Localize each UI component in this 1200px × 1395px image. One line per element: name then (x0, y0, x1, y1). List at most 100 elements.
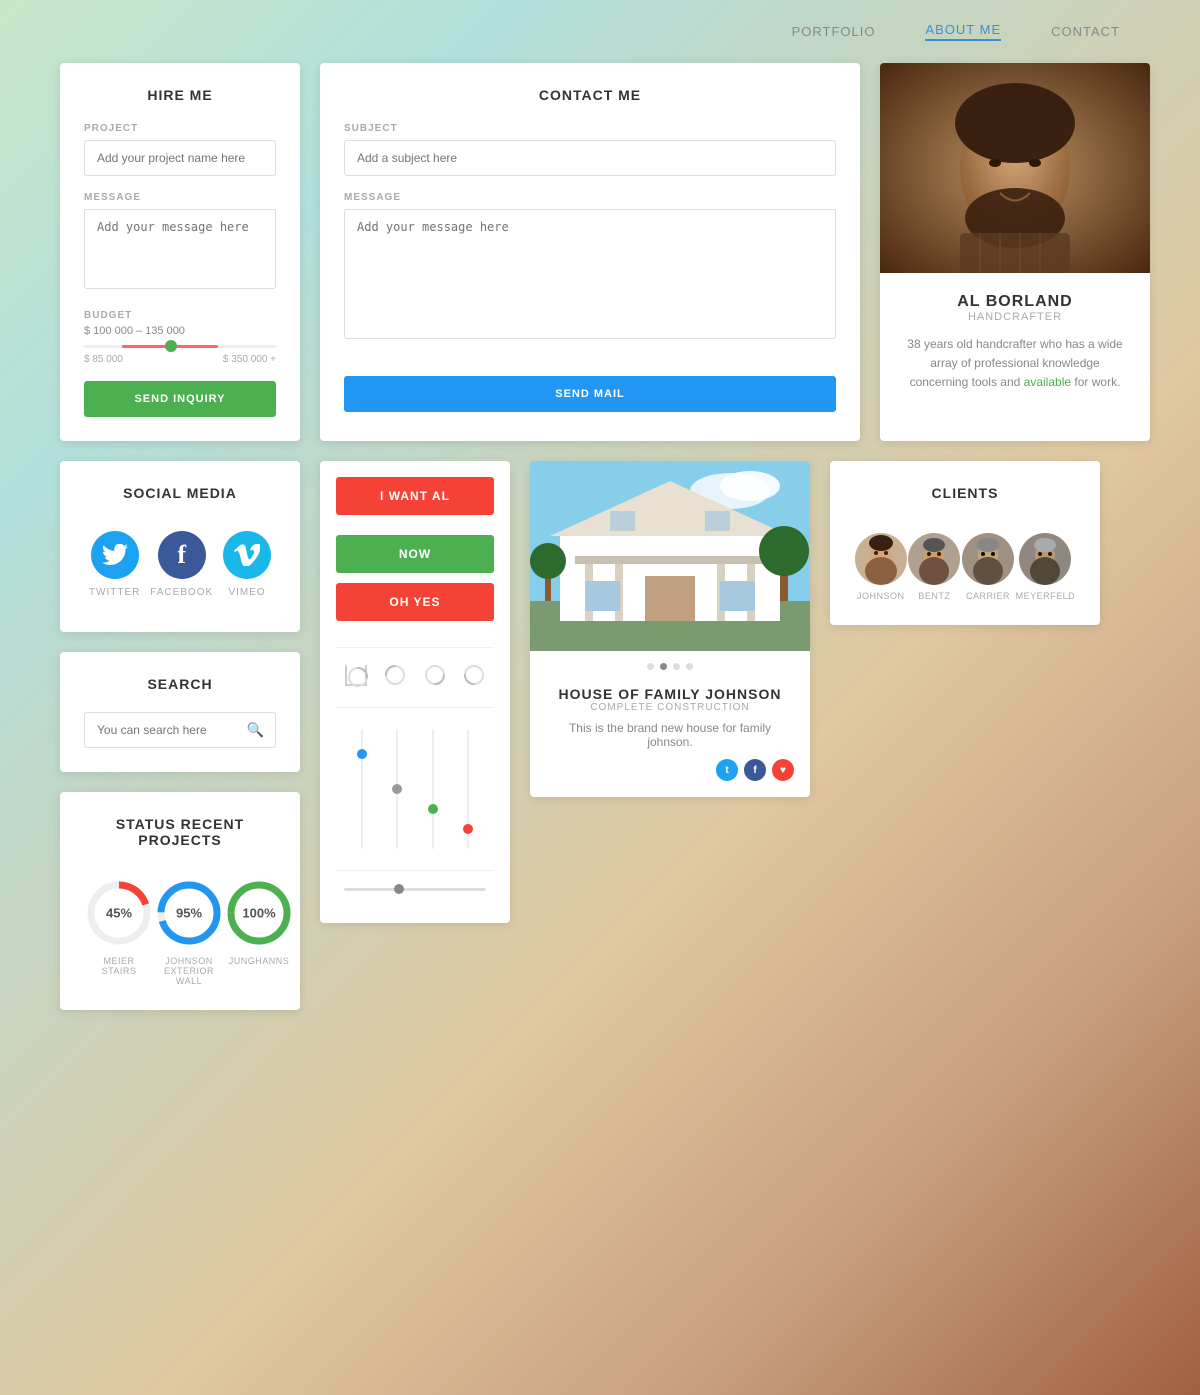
vimeo-social[interactable]: VIMEO (223, 531, 271, 598)
nav-item-about-me[interactable]: ABOUT ME (925, 22, 1001, 41)
client-name-bentz: BENTZ (918, 591, 950, 601)
portfolio-description: This is the brand new house for family j… (546, 721, 794, 749)
loading-icons-row (336, 647, 494, 707)
v-slider-4[interactable] (467, 724, 469, 854)
portfolio-socials: t f ♥ (546, 759, 794, 781)
column-4: CLIENTS JOHNSON (830, 461, 1100, 1010)
h-thumb (394, 884, 404, 894)
budget-max: $ 350 000 + (223, 354, 276, 365)
client-name-meyerfeld: MEYERFELD (1016, 591, 1076, 601)
portfolio-card: HOUSE OF FAMILY JOHNSON COMPLETE CONSTRU… (530, 461, 810, 797)
h-slider[interactable] (344, 881, 486, 897)
oh-yes-button[interactable]: OH YES (336, 583, 494, 621)
budget-min: $ 85 000 (84, 354, 123, 365)
contact-me-card: CONTACT ME SUBJECT MESSAGE SEND MAIL (320, 63, 860, 441)
v-slider-3[interactable] (432, 724, 434, 854)
nav-bar: PORTFOLIO ABOUT ME CONTACT (0, 0, 1200, 63)
budget-slider[interactable] (84, 345, 276, 348)
dot-4[interactable] (686, 663, 693, 670)
vertical-sliders-section (336, 707, 494, 870)
client-avatar-bentz (908, 533, 960, 585)
i-want-al-button[interactable]: I WANT AL (336, 477, 494, 515)
meier-percent: 45% (106, 906, 132, 921)
v-slider-1[interactable] (361, 724, 363, 854)
message-label: MESSAGE (84, 192, 276, 203)
project-input[interactable] (84, 140, 276, 176)
column-1: SOCIAL MEDIA TWITTER f FACEBOOK (60, 461, 300, 1010)
portfolio-info: HOUSE OF FAMILY JOHNSON COMPLETE CONSTRU… (530, 670, 810, 797)
junghanns-percent: 100% (242, 906, 275, 921)
nav-item-contact[interactable]: CONTACT (1051, 24, 1120, 39)
portfolio-twitter[interactable]: t (716, 759, 738, 781)
portfolio-image (530, 461, 810, 651)
johnson-name: JOHNSON EXTERIOR WALL (154, 956, 224, 986)
dot-1[interactable] (647, 663, 654, 670)
meier-name: MEIER STAIRS (102, 956, 137, 976)
status-projects: 45% MEIER STAIRS 95% (84, 868, 276, 986)
loading-icon-4 (463, 664, 485, 691)
v-thumb-1 (357, 749, 367, 759)
client-name-johnson: JOHNSON (857, 591, 905, 601)
hire-me-title: HIRE ME (84, 87, 276, 103)
vimeo-icon (223, 531, 271, 579)
junghanns-name: JUNGHANNS (229, 956, 290, 966)
profile-description: 38 years old handcrafter who has a wide … (900, 335, 1130, 393)
subject-input[interactable] (344, 140, 836, 176)
search-input-wrap: 🔍 (84, 712, 276, 748)
client-avatar-johnson (855, 533, 907, 585)
profile-info: AL BORLAND HANDCRAFTER 38 years old hand… (880, 273, 1150, 413)
social-media-title: SOCIAL MEDIA (84, 485, 276, 501)
client-carrier: CARRIER (962, 533, 1014, 601)
v-thumb-4 (463, 824, 473, 834)
column-2: I WANT AL NOW OH YES (320, 461, 510, 1010)
v-slider-2[interactable] (396, 724, 398, 854)
v-thumb-2 (392, 784, 402, 794)
hire-me-card: HIRE ME PROJECT MESSAGE BUDGET $ 100 000… (60, 63, 300, 441)
client-bentz: BENTZ (908, 533, 960, 601)
send-inquiry-button[interactable]: SEND INQUIRY (84, 381, 276, 417)
twitter-social[interactable]: TWITTER (89, 531, 140, 598)
profile-illustration (880, 63, 1150, 273)
client-johnson: JOHNSON (855, 533, 907, 601)
donut-johnson: 95% (154, 878, 224, 948)
search-card: SEARCH 🔍 (60, 652, 300, 772)
contact-message-input[interactable] (344, 209, 836, 339)
client-avatar-meyerfeld (1019, 533, 1071, 585)
donut-junghanns: 100% (224, 878, 294, 948)
clients-title: CLIENTS (854, 485, 1076, 501)
project-label: PROJECT (84, 123, 276, 134)
nav-item-portfolio[interactable]: PORTFOLIO (792, 24, 876, 39)
dot-2[interactable] (660, 663, 667, 670)
search-title: SEARCH (84, 676, 276, 692)
donut-meier: 45% (84, 878, 154, 948)
house-illustration (530, 461, 810, 651)
johnson-percent: 95% (176, 906, 202, 921)
social-media-card: SOCIAL MEDIA TWITTER f FACEBOOK (60, 461, 300, 632)
twitter-label: TWITTER (89, 587, 140, 598)
message-input[interactable] (84, 209, 276, 289)
contact-message-label: MESSAGE (344, 192, 836, 203)
dot-3[interactable] (673, 663, 680, 670)
status-card: STATUS RECENT PROJECTS 45% MEIER STAIRS (60, 792, 300, 1010)
twitter-icon (91, 531, 139, 579)
profile-card: AL BORLAND HANDCRAFTER 38 years old hand… (880, 63, 1150, 441)
portfolio-title: HOUSE OF FAMILY JOHNSON (546, 686, 794, 702)
portfolio-facebook[interactable]: f (744, 759, 766, 781)
client-avatar-carrier (962, 533, 1014, 585)
client-name-carrier: CARRIER (966, 591, 1010, 601)
actions-card: I WANT AL NOW OH YES (320, 461, 510, 923)
status-johnson: 95% JOHNSON EXTERIOR WALL (154, 878, 224, 986)
portfolio-heart[interactable]: ♥ (772, 759, 794, 781)
loading-icon-3 (424, 664, 446, 691)
subject-label: SUBJECT (344, 123, 836, 134)
facebook-icon: f (158, 531, 206, 579)
send-mail-button[interactable]: SEND MAIL (344, 376, 836, 412)
now-button[interactable]: NOW (336, 535, 494, 573)
loading-icon-1 (345, 664, 367, 686)
status-title: STATUS RECENT PROJECTS (84, 816, 276, 848)
status-junghanns: 100% JUNGHANNS (224, 878, 294, 966)
loading-icon-2 (384, 664, 406, 691)
facebook-social[interactable]: f FACEBOOK (150, 531, 213, 598)
status-meier: 45% MEIER STAIRS (84, 878, 154, 976)
contact-me-title: CONTACT ME (344, 87, 836, 103)
